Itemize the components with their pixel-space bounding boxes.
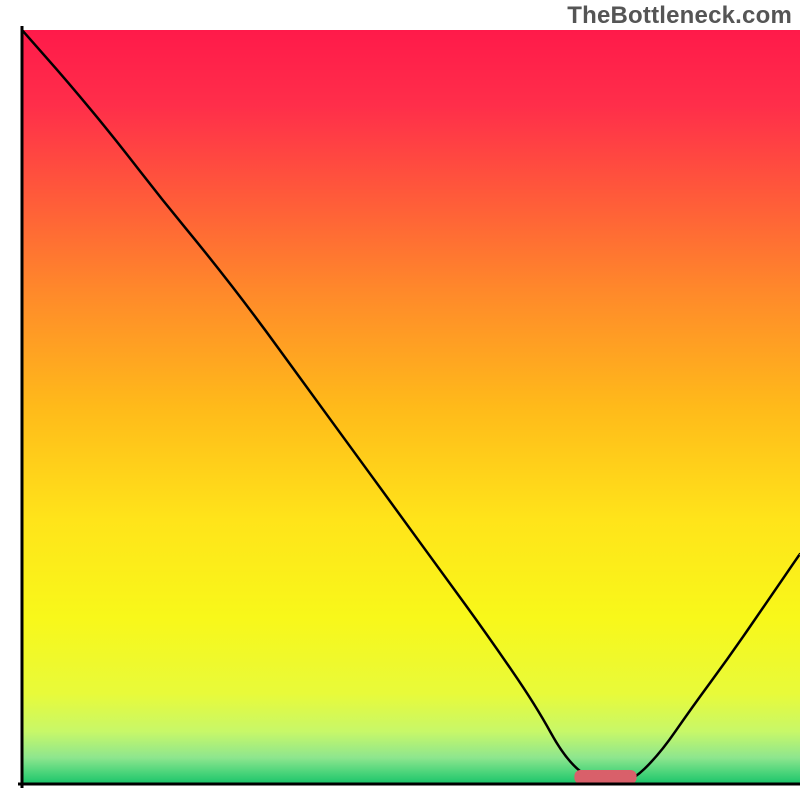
chart-svg bbox=[0, 0, 800, 800]
chart-container: TheBottleneck.com bbox=[0, 0, 800, 800]
optimal-marker bbox=[574, 770, 636, 784]
